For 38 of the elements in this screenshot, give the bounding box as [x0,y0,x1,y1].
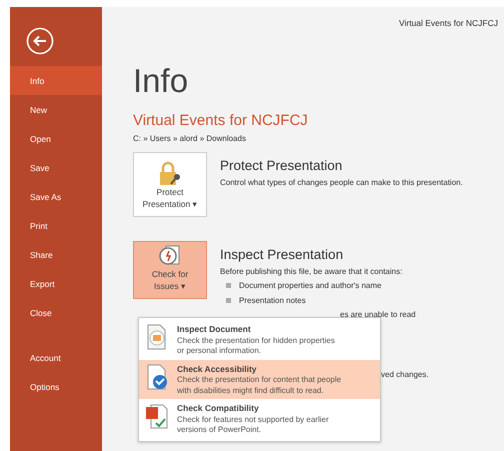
back-icon[interactable] [26,27,54,55]
menu-item-description: Check the presentation for hidden properties or personal information. [177,336,335,357]
partial-text: ved changes. [381,370,429,378]
accessibility-icon [145,362,169,391]
sidebar-item[interactable]: Export [10,269,102,298]
section-title: Protect Presentation [220,157,344,176]
menu-item[interactable]: Check Accessibility Check the presentation for content that people with disabilities might find difficult to read. [139,360,380,400]
file-name: Virtual Events for NCJFCJ [133,110,309,131]
sidebar-item[interactable]: Print [10,211,102,240]
section-title: Inspect Presentation [220,246,344,264]
bullet-icon [226,282,231,288]
menu-item-title[interactable]: Check Accessibility [177,362,342,376]
section-description: Before publishing this file, be aware that it contains: [220,266,404,278]
sidebar-item[interactable]: Save As [10,182,102,211]
partial-text: es are unable to read [340,310,416,318]
file-path: C: » Users » alord » Downloads [133,133,247,146]
page-title: Info [133,64,190,97]
sidebar-item[interactable]: Options [10,372,102,401]
section-description: Control what types of changes people can make to this presentation. [220,176,463,188]
menu-item-description: Check the presentation for content that people with disabilities might find difficult to read. [177,375,342,396]
sidebar-item[interactable]: Open [10,124,102,153]
bullet-text: Document properties and author's name [239,280,382,292]
sidebar-item[interactable]: Save [10,153,102,182]
menu-item-description: Check for features not supported by earlier versions of PowerPoint. [177,414,329,436]
compatibility-icon [145,402,169,430]
menu-item-title[interactable]: Check Compatibility [177,402,329,415]
bullet-icon [226,298,231,302]
sidebar-item[interactable]: New [10,95,102,124]
sidebar-item[interactable]: Close [10,298,102,327]
check-issues-button[interactable]: Check for Issues ▾ [133,241,207,300]
bullet-text: Presentation notes [239,294,306,306]
document-title: Virtual Events for NCJFCJ [398,17,499,30]
protect-button[interactable]: Protect Presentation ▾ [133,152,207,218]
sidebar-item[interactable]: Account [10,343,102,372]
sidebar-item[interactable]: Info [10,66,102,95]
sidebar-item[interactable]: Share [10,240,102,269]
lock-key-icon [157,161,183,188]
menu-item-title[interactable]: Inspect Document [177,323,335,336]
